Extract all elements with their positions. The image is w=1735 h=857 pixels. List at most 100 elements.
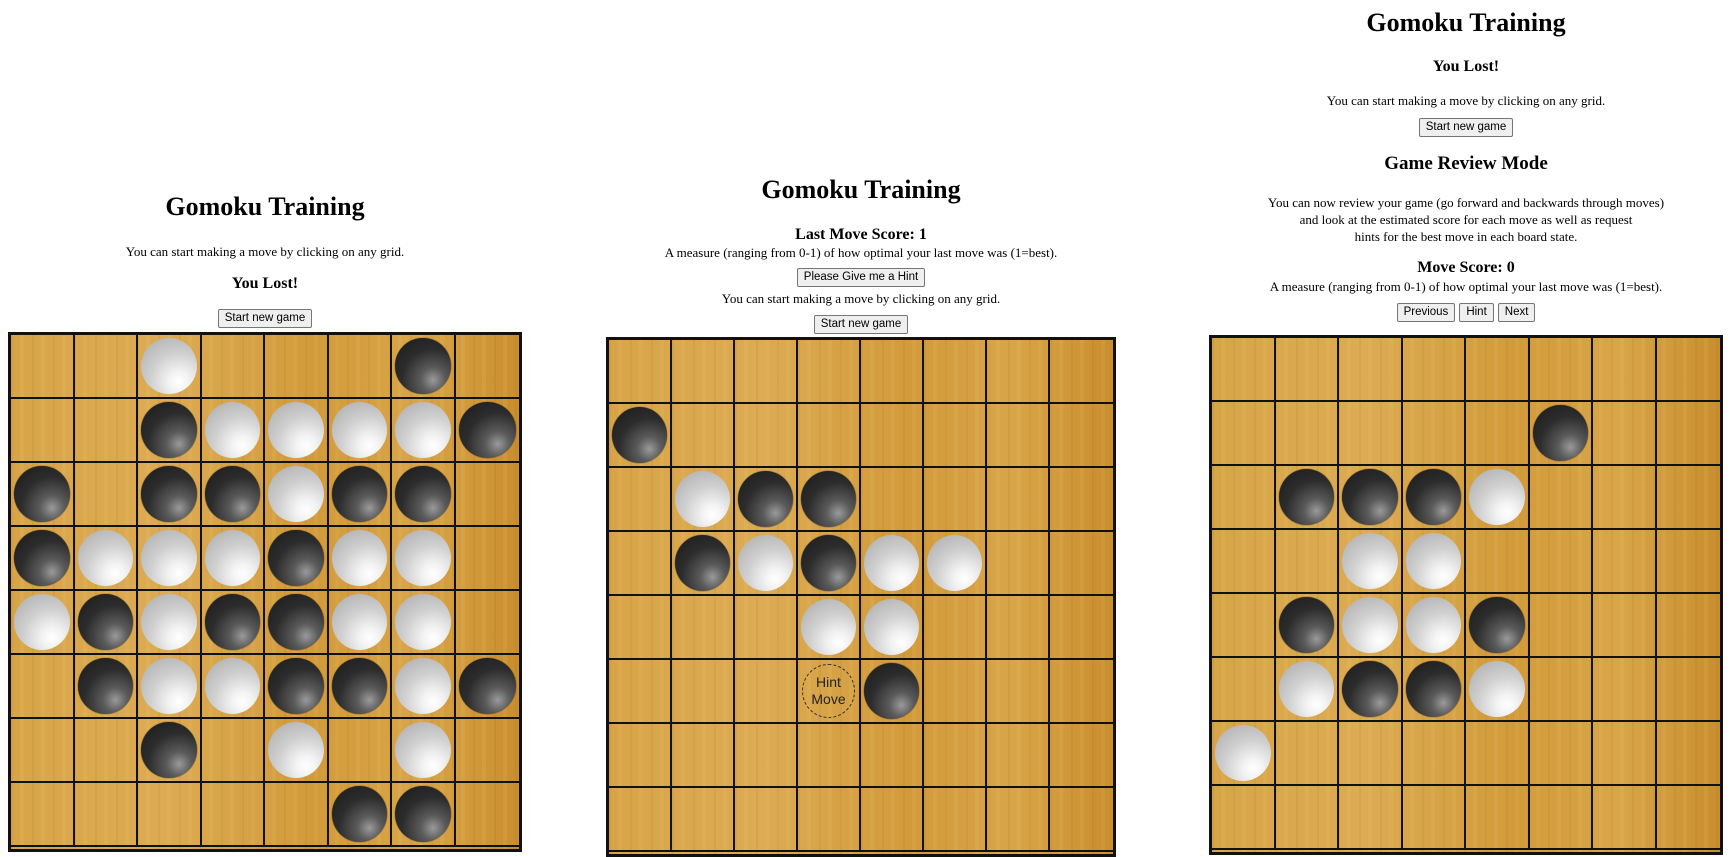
- board-cell[interactable]: [1402, 338, 1466, 402]
- board-cell[interactable]: [735, 788, 798, 852]
- board-cell[interactable]: [1275, 594, 1339, 658]
- board-cell[interactable]: [392, 783, 456, 847]
- board-cell[interactable]: [735, 340, 798, 404]
- board-cell[interactable]: [798, 532, 861, 596]
- board-cell[interactable]: [1402, 466, 1466, 530]
- board-cell[interactable]: [861, 404, 924, 468]
- board-cell[interactable]: [265, 335, 329, 399]
- board-cell[interactable]: [1339, 594, 1403, 658]
- board-cell[interactable]: [392, 655, 456, 719]
- board-cell[interactable]: [735, 660, 798, 724]
- board-cell[interactable]: [328, 655, 392, 719]
- board-cell[interactable]: [798, 724, 861, 788]
- board-cell[interactable]: [672, 532, 735, 596]
- board-cell[interactable]: [74, 591, 138, 655]
- board-cell[interactable]: [1466, 594, 1530, 658]
- board-cell[interactable]: [1529, 594, 1593, 658]
- board-cell[interactable]: [735, 468, 798, 532]
- board-cell[interactable]: [201, 719, 265, 783]
- game-board[interactable]: [8, 332, 522, 852]
- board-cell[interactable]: [1529, 530, 1593, 594]
- board-cell[interactable]: [11, 335, 75, 399]
- board-cell[interactable]: [138, 655, 202, 719]
- board-cell[interactable]: [1212, 338, 1276, 402]
- board-cell[interactable]: [392, 335, 456, 399]
- board-cell[interactable]: [924, 660, 987, 724]
- board-cell[interactable]: [1402, 402, 1466, 466]
- previous-button[interactable]: Previous: [1396, 302, 1456, 322]
- board-cell[interactable]: [1593, 402, 1657, 466]
- board-cell[interactable]: [1529, 402, 1593, 466]
- board-cell[interactable]: [74, 719, 138, 783]
- board-cell[interactable]: [798, 788, 861, 852]
- board-cell[interactable]: [1402, 658, 1466, 722]
- board-cell[interactable]: [1593, 466, 1657, 530]
- board-cell[interactable]: [609, 468, 672, 532]
- board-cell[interactable]: [924, 596, 987, 660]
- board-cell[interactable]: [392, 527, 456, 591]
- board-cell[interactable]: [924, 340, 987, 404]
- board-cell[interactable]: [201, 783, 265, 847]
- board-cell[interactable]: [455, 335, 519, 399]
- board-cell[interactable]: [1050, 660, 1113, 724]
- board-cell[interactable]: [201, 399, 265, 463]
- board-cell[interactable]: [1593, 338, 1657, 402]
- board-cell[interactable]: [455, 783, 519, 847]
- board-cell[interactable]: [1593, 786, 1657, 850]
- board-cell[interactable]: [1050, 340, 1113, 404]
- board-cell[interactable]: [392, 463, 456, 527]
- board-cell[interactable]: [1466, 722, 1530, 786]
- board-cell[interactable]: [672, 660, 735, 724]
- board-cell[interactable]: [455, 719, 519, 783]
- hint-move-marker[interactable]: Hint Move: [802, 664, 855, 718]
- board-cell[interactable]: [672, 788, 735, 852]
- board-cell[interactable]: [74, 527, 138, 591]
- board-cell[interactable]: [1593, 722, 1657, 786]
- board-cell[interactable]: [672, 724, 735, 788]
- game-board[interactable]: [1209, 335, 1723, 855]
- board-cell[interactable]: [1275, 786, 1339, 850]
- board-cell[interactable]: [138, 335, 202, 399]
- board-cell[interactable]: [672, 404, 735, 468]
- board-cell[interactable]: [1656, 338, 1720, 402]
- board-cell[interactable]: [138, 399, 202, 463]
- board-cell[interactable]: [138, 527, 202, 591]
- board-cell[interactable]: [328, 335, 392, 399]
- board-cell[interactable]: [1212, 530, 1276, 594]
- board-cell[interactable]: [392, 719, 456, 783]
- board-cell[interactable]: [11, 527, 75, 591]
- board-cell[interactable]: [265, 591, 329, 655]
- board-cell[interactable]: [987, 468, 1050, 532]
- board-cell[interactable]: [11, 719, 75, 783]
- board-cell[interactable]: [924, 532, 987, 596]
- board-cell[interactable]: [201, 591, 265, 655]
- board-cell[interactable]: [1402, 786, 1466, 850]
- board-cell[interactable]: [1050, 596, 1113, 660]
- board-cell[interactable]: [609, 788, 672, 852]
- board-cell[interactable]: [138, 463, 202, 527]
- board-cell[interactable]: [328, 783, 392, 847]
- board-cell[interactable]: [1656, 658, 1720, 722]
- board-cell[interactable]: [265, 463, 329, 527]
- board-cell[interactable]: [328, 591, 392, 655]
- start-new-game-button[interactable]: Start new game: [1418, 117, 1514, 137]
- board-cell[interactable]: [1402, 594, 1466, 658]
- board-cell[interactable]: [455, 399, 519, 463]
- board-cell[interactable]: [987, 404, 1050, 468]
- board-cell[interactable]: [861, 596, 924, 660]
- board-cell[interactable]: [861, 724, 924, 788]
- board-cell[interactable]: [455, 591, 519, 655]
- board-cell[interactable]: [735, 596, 798, 660]
- board-cell[interactable]: [1466, 466, 1530, 530]
- board-cell[interactable]: [924, 788, 987, 852]
- board-cell[interactable]: [1339, 466, 1403, 530]
- board-cell[interactable]: [798, 468, 861, 532]
- board-cell[interactable]: [609, 340, 672, 404]
- board-cell[interactable]: [265, 399, 329, 463]
- board-cell[interactable]: [1466, 786, 1530, 850]
- board-cell[interactable]: [74, 463, 138, 527]
- board-cell[interactable]: [74, 783, 138, 847]
- hint-button[interactable]: Hint: [1459, 302, 1494, 322]
- start-new-game-button[interactable]: Start new game: [813, 314, 909, 334]
- board-cell[interactable]: [924, 404, 987, 468]
